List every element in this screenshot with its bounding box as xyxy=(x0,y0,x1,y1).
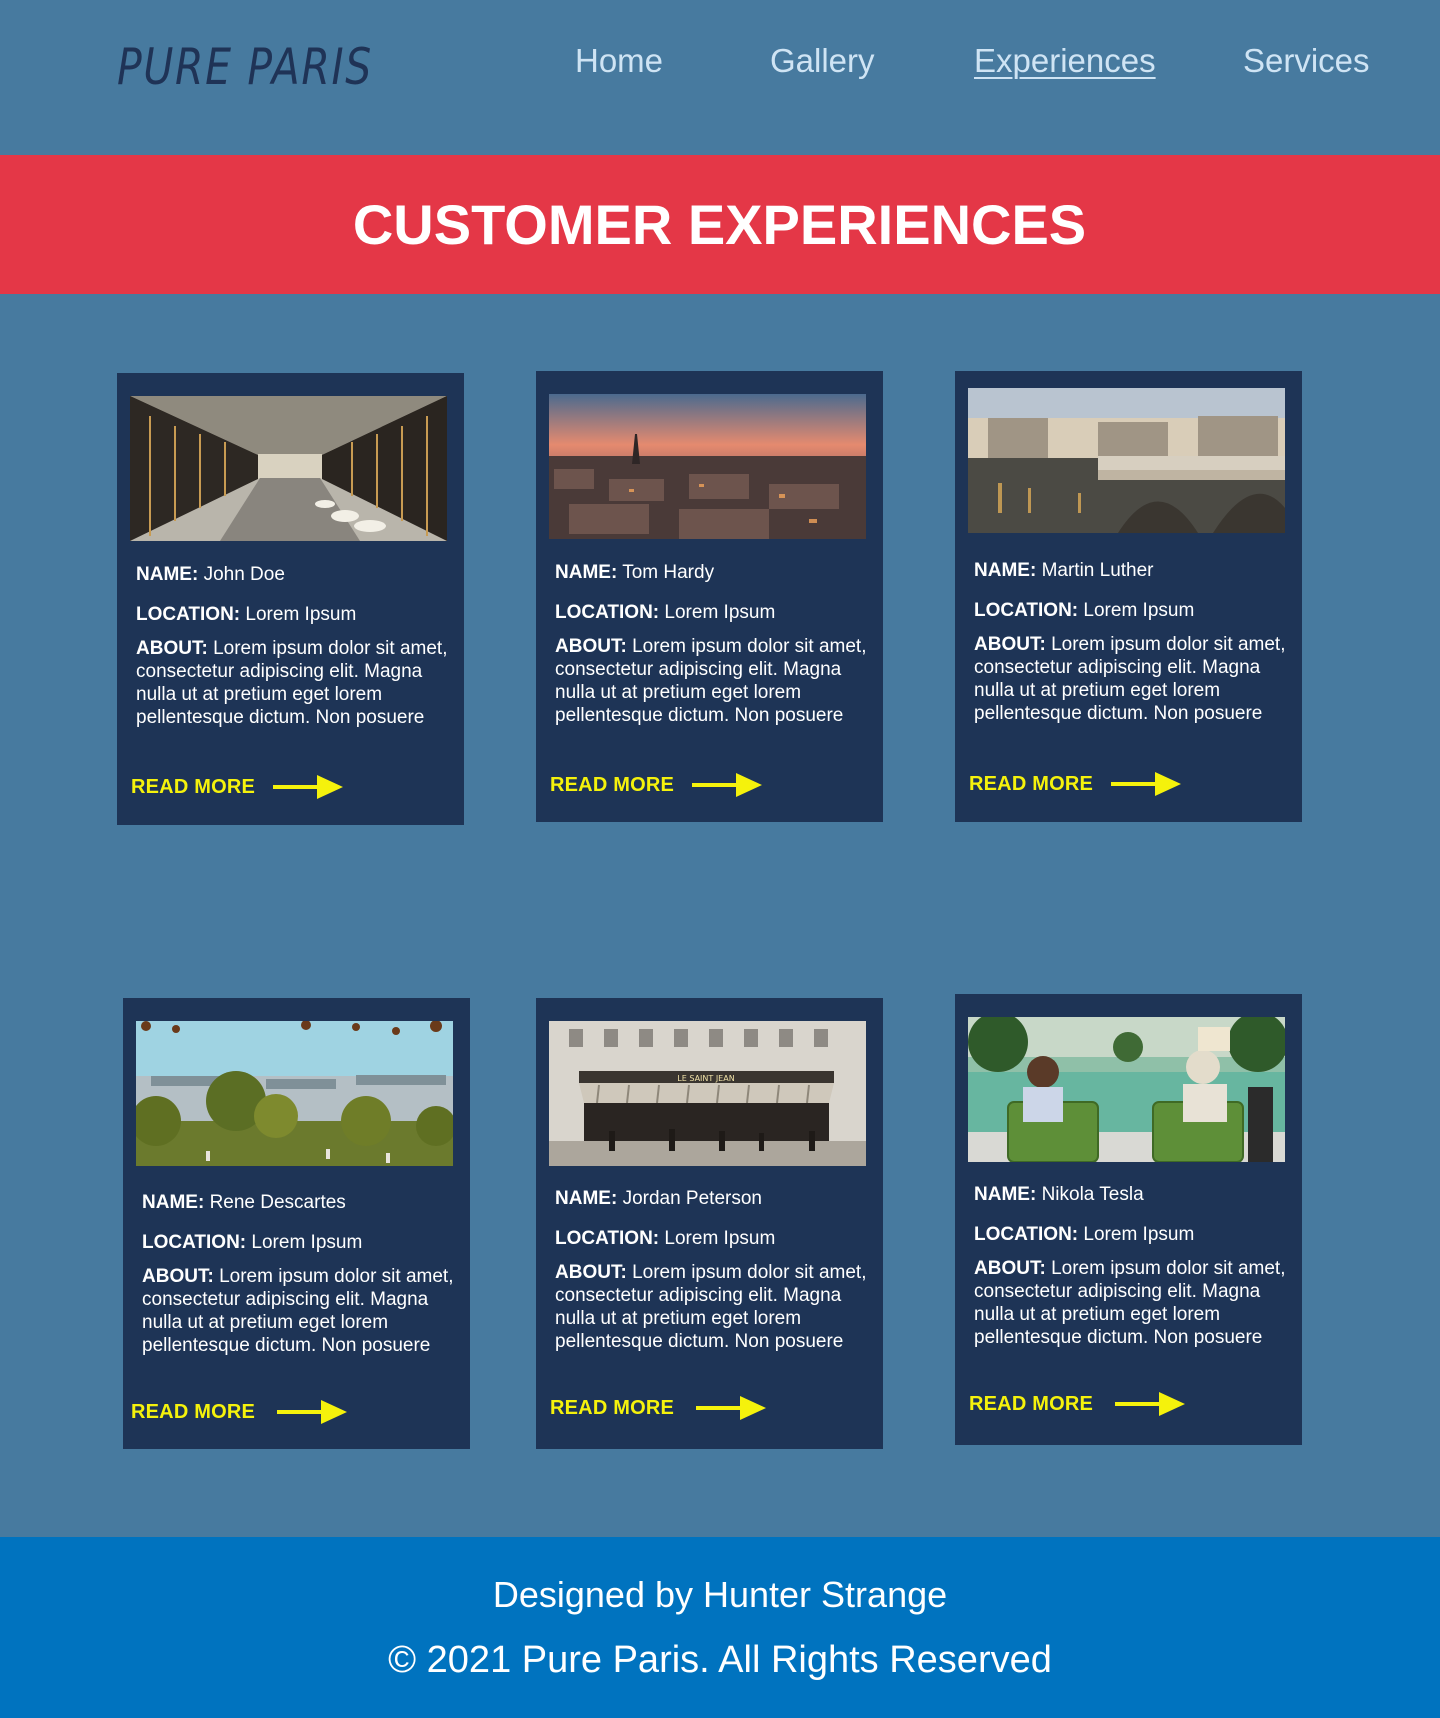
card-location: LOCATION: Lorem Ipsum xyxy=(136,604,357,625)
read-more-label[interactable]: READ MORE xyxy=(969,1393,1093,1416)
page-banner: CUSTOMER EXPERIENCES xyxy=(0,155,1440,294)
experience-card: NAME: Nikola Tesla LOCATION: Lorem Ipsum… xyxy=(955,994,1302,1445)
experience-card: LE SAINT JEAN NAME: Jordan Peterson LOCA… xyxy=(536,998,883,1449)
card-location: LOCATION: Lorem Ipsum xyxy=(555,602,776,623)
card-name: NAME: Rene Descartes xyxy=(142,1192,346,1213)
nav-home[interactable]: Home xyxy=(575,42,663,80)
footer-copyright: © 2021 Pure Paris. All Rights Reserved xyxy=(388,1639,1052,1681)
read-more-link[interactable]: READ MORE xyxy=(131,1398,348,1426)
card-image-skyline xyxy=(549,394,866,539)
card-location: LOCATION: Lorem Ipsum xyxy=(974,600,1195,621)
card-about: ABOUT: Lorem ipsum dolor sit amet, conse… xyxy=(974,634,1286,724)
arrow-right-icon xyxy=(277,1400,348,1424)
card-about: ABOUT: Lorem ipsum dolor sit amet, conse… xyxy=(555,636,867,726)
card-location: LOCATION: Lorem Ipsum xyxy=(142,1232,363,1253)
read-more-link[interactable]: READ MORE xyxy=(969,770,1182,798)
card-name: NAME: Tom Hardy xyxy=(555,562,715,583)
nav-experiences[interactable]: Experiences xyxy=(974,42,1156,80)
card-about: ABOUT: Lorem ipsum dolor sit amet, conse… xyxy=(142,1266,454,1356)
read-more-label[interactable]: READ MORE xyxy=(131,1401,255,1424)
card-about: ABOUT: Lorem ipsum dolor sit amet, conse… xyxy=(974,1258,1286,1348)
experience-card: NAME: Rene Descartes LOCATION: Lorem Ips… xyxy=(123,998,470,1449)
page-title: CUSTOMER EXPERIENCES xyxy=(352,193,1087,256)
site-logo[interactable]: PURE PARIS xyxy=(117,38,373,96)
nav-services[interactable]: Services xyxy=(1243,42,1370,80)
read-more-label[interactable]: READ MORE xyxy=(550,1397,674,1420)
card-name: NAME: Nikola Tesla xyxy=(974,1184,1144,1205)
card-location: LOCATION: Lorem Ipsum xyxy=(974,1224,1195,1245)
read-more-link[interactable]: READ MORE xyxy=(550,771,763,799)
read-more-link[interactable]: READ MORE xyxy=(969,1390,1186,1418)
card-image-garden xyxy=(136,1021,453,1166)
card-image-bridge xyxy=(968,388,1285,533)
card-location: LOCATION: Lorem Ipsum xyxy=(555,1228,776,1249)
site-footer: Designed by Hunter Strange © 2021 Pure P… xyxy=(0,1537,1440,1718)
experience-card: NAME: Martin Luther LOCATION: Lorem Ipsu… xyxy=(955,371,1302,822)
card-about: ABOUT: Lorem ipsum dolor sit amet, conse… xyxy=(555,1262,867,1352)
card-name: NAME: Jordan Peterson xyxy=(555,1188,762,1209)
arrow-right-icon xyxy=(273,775,344,799)
read-more-label[interactable]: READ MORE xyxy=(969,773,1093,796)
read-more-link[interactable]: READ MORE xyxy=(550,1394,767,1422)
arrow-right-icon xyxy=(1115,1392,1186,1416)
read-more-link[interactable]: READ MORE xyxy=(131,773,344,801)
card-image-cafe: LE SAINT JEAN xyxy=(549,1021,866,1166)
cafe-sign-text: LE SAINT JEAN xyxy=(677,1074,734,1083)
experience-card: NAME: Tom Hardy LOCATION: Lorem Ipsum AB… xyxy=(536,371,883,822)
arrow-right-icon xyxy=(1111,772,1182,796)
site-header: PURE PARIS Home Gallery Experiences Serv… xyxy=(0,0,1440,155)
card-image-readers xyxy=(968,1017,1285,1162)
nav-gallery[interactable]: Gallery xyxy=(770,42,875,80)
arrow-right-icon xyxy=(692,773,763,797)
card-name: NAME: John Doe xyxy=(136,564,285,585)
card-name: NAME: Martin Luther xyxy=(974,560,1154,581)
arrow-right-icon xyxy=(696,1396,767,1420)
read-more-label[interactable]: READ MORE xyxy=(131,776,255,799)
footer-credit: Designed by Hunter Strange xyxy=(492,1574,948,1615)
card-about: ABOUT: Lorem ipsum dolor sit amet, conse… xyxy=(136,638,448,728)
experience-card: NAME: John Doe LOCATION: Lorem Ipsum ABO… xyxy=(117,373,464,825)
read-more-label[interactable]: READ MORE xyxy=(550,774,674,797)
card-image-arcade xyxy=(130,396,447,541)
